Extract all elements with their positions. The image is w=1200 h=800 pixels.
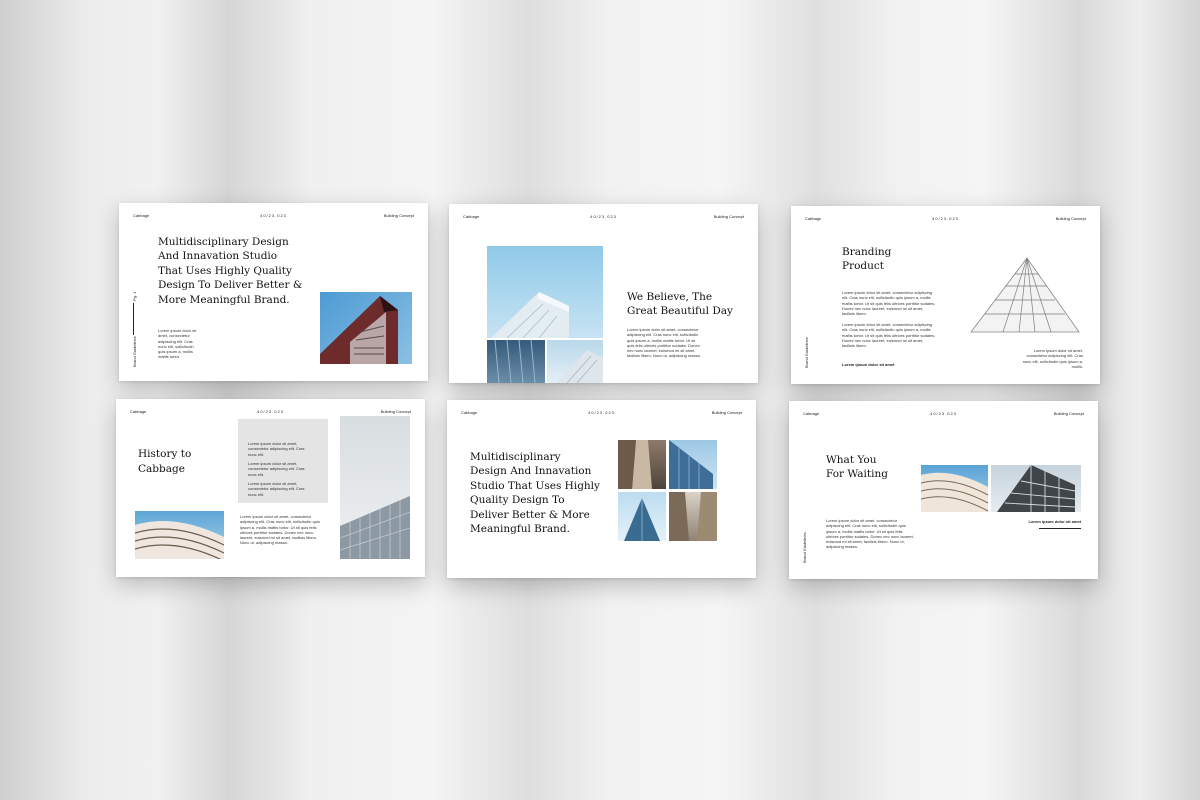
curved-facade-photo — [921, 465, 988, 512]
tower-photo — [547, 340, 603, 383]
topic-label: Building Concept — [383, 213, 414, 218]
slide-number: 40/23.023 — [260, 213, 287, 218]
slide-title: Branding Product — [842, 246, 892, 272]
slide-4[interactable]: Cabbage 40/23.023 Building Concept Histo… — [116, 399, 425, 577]
slide-header: Cabbage 40/23.023 Building Concept — [805, 216, 1086, 224]
body-text: Lorem ipsum dolor sit amet, consectetur … — [627, 327, 701, 359]
tower-icon — [557, 350, 603, 383]
slide-header: Cabbage 40/23.023 Building Concept — [461, 410, 742, 418]
bold-label: Lorem ipsum dolor sit amet — [842, 362, 895, 367]
topic-label: Building Concept — [713, 214, 744, 219]
slide-number: 40/23.023 — [930, 411, 957, 416]
alley-photo — [618, 440, 666, 489]
slide-number: 40/23.023 — [590, 214, 617, 219]
divider — [133, 303, 134, 335]
grid-building-photo — [991, 465, 1081, 512]
bold-label: Lorem ipsum dolor sit amet — [1028, 519, 1081, 524]
slide-number: 40/23.023 — [932, 216, 959, 221]
side-label: Brand Guidelines — [132, 336, 137, 367]
caption-text: Lorem ipsum dolor sit amet, consectetur … — [1022, 348, 1083, 369]
slide-title: History to Cabbage — [138, 448, 192, 475]
body-text-2: Lorem ipsum dolor sit amet, consectetur … — [842, 322, 936, 349]
grid-building-icon — [997, 465, 1076, 512]
topic-label: Building Concept — [380, 409, 411, 414]
curved-building-photo — [135, 511, 224, 559]
slide-number: 40/23.023 — [257, 409, 284, 414]
slide-5[interactable]: Cabbage 40/23.023 Building Concept Multi… — [447, 400, 756, 578]
topic-label: Building Concept — [711, 410, 742, 415]
slide-2[interactable]: Cabbage 40/23.023 Building Concept We Be… — [449, 204, 758, 383]
slide-1[interactable]: Cabbage 40/23.023 Building Concept Multi… — [119, 203, 428, 381]
slide-6[interactable]: Cabbage 40/23.023 Building Concept What … — [789, 401, 1098, 579]
brand-label: Cabbage — [461, 410, 478, 415]
sky-building-photo — [487, 246, 603, 338]
glass-tower-icon — [669, 440, 713, 489]
topic-label: Building Concept — [1055, 216, 1086, 221]
info-item: Lorem ipsum dolor sit amet, consectetur … — [248, 461, 305, 477]
brand-label: Cabbage — [463, 214, 480, 219]
skyscraper-photo — [967, 254, 1083, 334]
slide-title: What You For Waiting — [826, 454, 888, 480]
slide-header: Cabbage 40/23.023 Building Concept — [133, 213, 414, 221]
divider — [1039, 528, 1081, 529]
tall-building-photo — [340, 416, 410, 559]
slide-number: 40/23.023 — [588, 410, 615, 415]
page-label: Pg. 1 — [132, 291, 137, 301]
glass-building-icon — [491, 292, 569, 338]
glass-facade-photo — [487, 340, 545, 383]
red-building-icon — [320, 296, 398, 364]
brand-label: Cabbage — [130, 409, 147, 414]
slide-title: We Believe, The Great Beautiful Day — [627, 291, 733, 317]
pyramid-icon — [624, 498, 660, 541]
alley-icon — [618, 440, 652, 489]
brand-label: Cabbage — [803, 411, 820, 416]
curved-facade-icon — [921, 472, 988, 512]
building-photo — [320, 292, 412, 364]
side-label: Brand Guidelines — [804, 337, 809, 368]
info-item: Lorem ipsum dolor sit amet, consectetur … — [248, 441, 305, 457]
topic-label: Building Concept — [1053, 411, 1084, 416]
slide-header: Cabbage 40/23.023 Building Concept — [463, 214, 744, 222]
brand-label: Cabbage — [805, 216, 822, 221]
curved-building-icon — [135, 521, 224, 559]
facade-icon — [494, 340, 536, 383]
mockup-canvas: { "slides": [ { "header": {"brand":"Cabb… — [0, 0, 1200, 800]
side-label: Brand Guidelines — [802, 532, 807, 563]
body-text: Lorem ipsum dolor sit amet, consectetur … — [158, 328, 197, 360]
info-box: Lorem ipsum dolor sit amet, consectetur … — [238, 419, 328, 503]
info-item: Lorem ipsum dolor sit amet, consectetur … — [248, 481, 305, 497]
body-text: Lorem ipsum dolor sit amet, consectetur … — [826, 518, 914, 550]
street-photo — [669, 492, 717, 541]
skyscraper-icon — [970, 257, 1080, 333]
slide-title: Multidisciplinary Design And Innavation … — [470, 451, 600, 536]
glass-tower-photo — [669, 440, 717, 489]
body-text: Lorem ipsum dolor sit amet, consectetur … — [240, 514, 320, 546]
brand-label: Cabbage — [133, 213, 150, 218]
pyramid-photo — [618, 492, 666, 541]
slide-header: Cabbage 40/23.023 Building Concept — [803, 411, 1084, 419]
street-icon — [669, 492, 717, 541]
slide-title: Multidisciplinary Design And Innavation … — [158, 236, 303, 306]
slide-3[interactable]: Cabbage 40/23.023 Building Concept Brand… — [791, 206, 1100, 384]
body-text-1: Lorem ipsum dolor sit amet, consectetur … — [842, 290, 936, 317]
tall-building-icon — [340, 496, 410, 559]
